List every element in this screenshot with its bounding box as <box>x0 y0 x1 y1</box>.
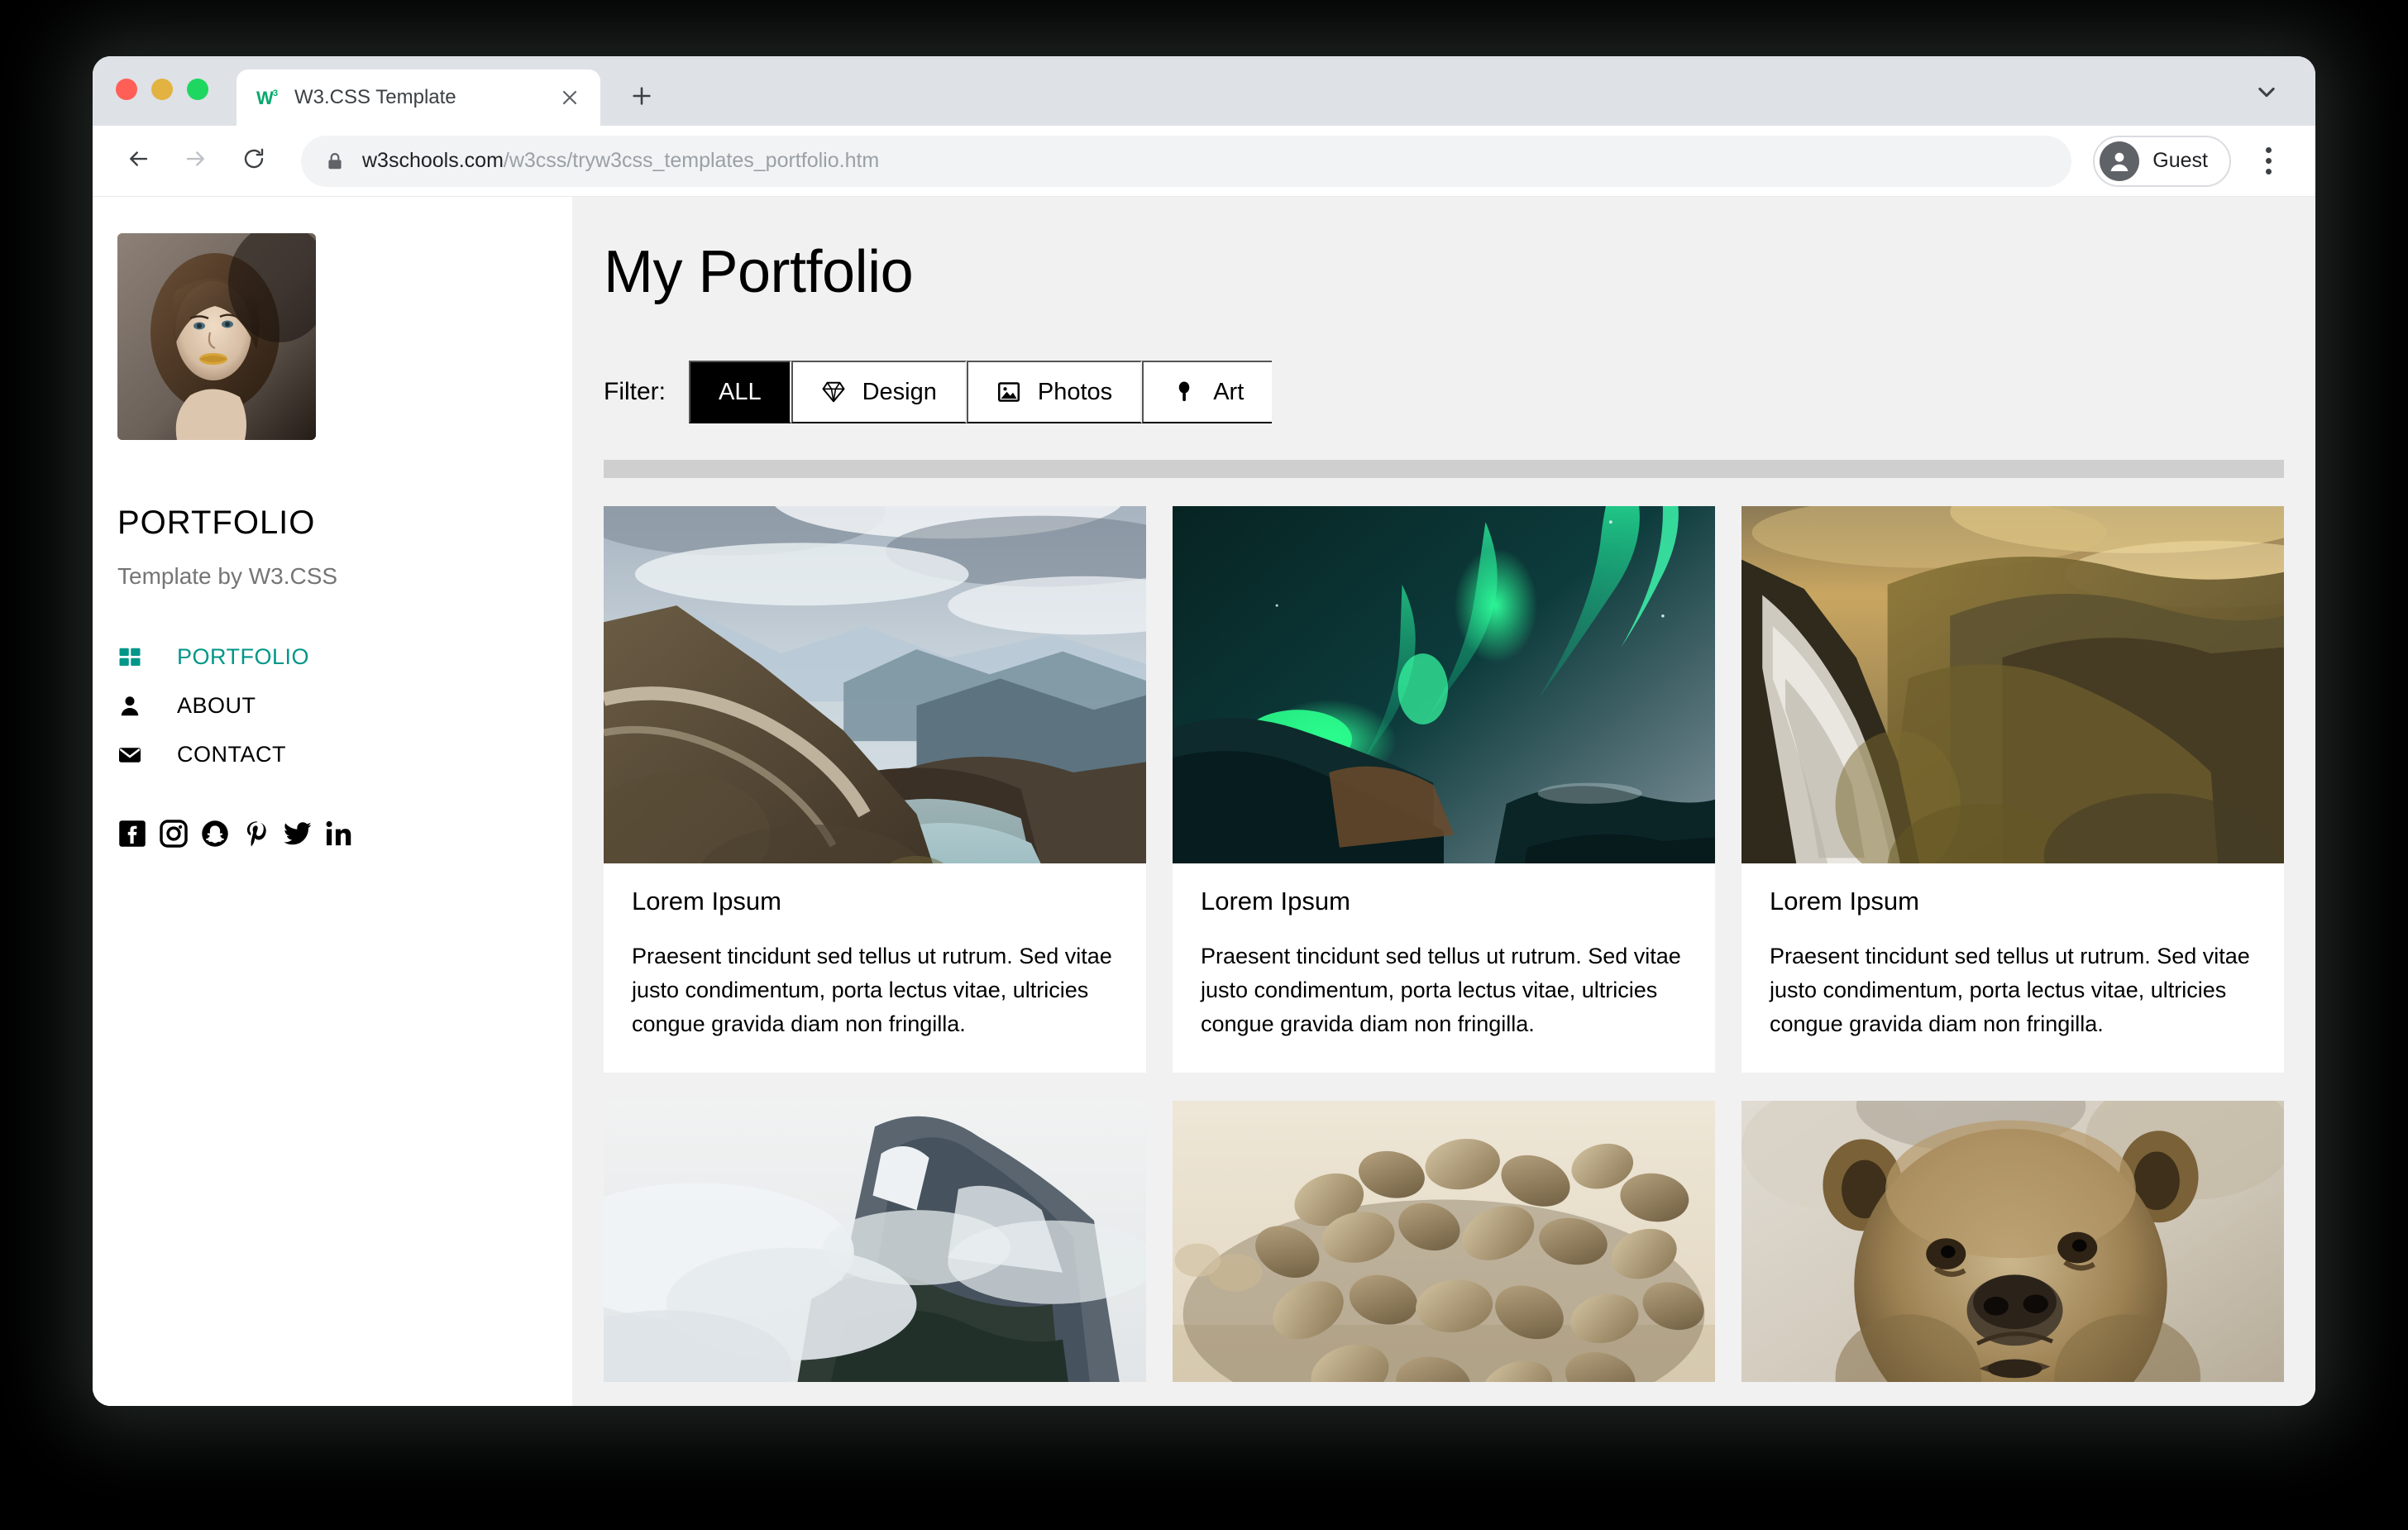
address-bar[interactable]: w3schools.com/w3css/tryw3css_templates_p… <box>301 135 2072 187</box>
content-divider <box>604 460 2284 478</box>
lock-icon <box>324 151 346 172</box>
browser-toolbar: w3schools.com/w3css/tryw3css_templates_p… <box>93 126 2315 197</box>
url-path: /w3css/tryw3css_templates_portfolio.htm <box>503 149 880 172</box>
main-page-title: My Portfolio <box>604 239 914 305</box>
portfolio-card-text: Praesent tincidunt sed tellus ut rutrum.… <box>1201 944 1681 1037</box>
url-domain: w3schools.com <box>362 149 504 172</box>
brand-subtitle: Template by W3.CSS <box>117 563 338 589</box>
filter-button-photos[interactable]: Photos <box>966 361 1143 423</box>
chevron-down-icon <box>2255 80 2278 108</box>
misty-mountain-peak-photo <box>604 1101 1146 1383</box>
portfolio-card[interactable] <box>1742 1101 2284 1383</box>
filter-button-label: ALL <box>719 378 762 405</box>
portfolio-card[interactable] <box>604 1101 1146 1383</box>
portfolio-card-title: Lorem Ipsum <box>1770 887 1919 916</box>
filter-button-label: Design <box>862 378 937 405</box>
reload-icon <box>241 146 266 175</box>
portfolio-card-body: Lorem Ipsum Praesent tincidunt sed tellu… <box>1173 863 1715 1073</box>
arrow-right-icon <box>184 146 208 175</box>
filter-label: Filter: <box>604 378 666 405</box>
browser-menu-button[interactable] <box>2246 136 2291 187</box>
url-text: w3schools.com/w3css/tryw3css_templates_p… <box>362 149 879 173</box>
portfolio-card-grid: Lorem Ipsum Praesent tincidunt sed tellu… <box>604 506 2284 1073</box>
w3-logo-icon: W 3 <box>256 85 281 110</box>
maximize-window-button[interactable] <box>187 79 208 100</box>
portfolio-card-grid-row2 <box>604 1101 2284 1383</box>
sidebar-item-about[interactable]: ABOUT <box>93 681 572 730</box>
portfolio-card-text: Praesent tincidunt sed tellus ut rutrum.… <box>632 944 1112 1037</box>
new-tab-button[interactable] <box>619 74 665 121</box>
window-traffic-lights <box>116 56 208 126</box>
portfolio-card[interactable] <box>1173 1101 1715 1383</box>
envelope-icon <box>117 743 154 767</box>
user-icon <box>117 694 154 719</box>
profile-name: Guest <box>2152 149 2208 172</box>
paint-brush-icon <box>1172 380 1197 404</box>
profile-button[interactable]: Guest <box>2093 135 2231 187</box>
portfolio-card-body: Lorem Ipsum Praesent tincidunt sed tellu… <box>604 863 1146 1073</box>
diamond-icon <box>821 380 846 404</box>
close-window-button[interactable] <box>116 79 137 100</box>
browser-window: W 3 W3.CSS Template w3schools.com/w3css/… <box>93 56 2315 1406</box>
page-viewport: PORTFOLIO Template by W3.CSS PORTFOLIO A… <box>93 197 2315 1406</box>
filter-bar: Filter: ALL Design Photos Art <box>604 361 2284 423</box>
pinterest-icon[interactable] <box>241 819 271 849</box>
portfolio-card[interactable]: Lorem Ipsum Praesent tincidunt sed tellu… <box>1173 506 1715 1073</box>
image-icon <box>996 380 1021 404</box>
filter-button-group: ALL Design Photos Art <box>689 361 1273 423</box>
close-icon[interactable] <box>557 85 582 110</box>
back-button[interactable] <box>112 136 164 187</box>
sidebar-nav: PORTFOLIO ABOUT CONTACT <box>93 633 572 779</box>
social-links <box>117 819 572 849</box>
arrow-left-icon <box>126 146 150 175</box>
minimize-window-button[interactable] <box>151 79 173 100</box>
snapchat-icon[interactable] <box>200 819 230 849</box>
browser-tab-strip: W 3 W3.CSS Template <box>93 56 2315 126</box>
main-content: My Portfolio Filter: ALL Design Photos A… <box>572 197 2315 1406</box>
person-icon <box>2100 141 2140 181</box>
portfolio-card-text: Praesent tincidunt sed tellus ut rutrum.… <box>1770 944 2250 1037</box>
forward-button[interactable] <box>170 136 222 187</box>
linkedin-icon[interactable] <box>324 819 354 849</box>
filter-button-label: Photos <box>1037 378 1113 405</box>
sidebar-item-portfolio[interactable]: PORTFOLIO <box>93 633 572 681</box>
kebab-menu-icon <box>2265 147 2272 153</box>
sidebar-item-label: PORTFOLIO <box>177 644 310 669</box>
grizzly-bear-photo <box>1742 1101 2284 1383</box>
coffee-beans-photo <box>1173 1101 1715 1383</box>
portfolio-card-title: Lorem Ipsum <box>632 887 781 916</box>
sidebar-item-label: ABOUT <box>177 693 256 718</box>
reload-button[interactable] <box>228 136 280 187</box>
filter-button-label: Art <box>1213 378 1245 405</box>
portfolio-card[interactable]: Lorem Ipsum Praesent tincidunt sed tellu… <box>604 506 1146 1073</box>
sidebar-item-contact[interactable]: CONTACT <box>93 730 572 779</box>
sidebar-item-label: CONTACT <box>177 742 286 767</box>
kebab-menu-icon <box>2265 169 2272 175</box>
portfolio-card-title: Lorem Ipsum <box>1201 887 1350 916</box>
plus-icon <box>630 84 653 112</box>
instagram-icon[interactable] <box>159 819 189 849</box>
facebook-icon[interactable] <box>117 819 147 849</box>
filter-button-all[interactable]: ALL <box>689 361 791 423</box>
page-title: PORTFOLIO <box>117 504 316 541</box>
grid-icon <box>117 645 154 670</box>
portfolio-card-body: Lorem Ipsum Praesent tincidunt sed tellu… <box>1742 863 2284 1073</box>
portfolio-card[interactable]: Lorem Ipsum Praesent tincidunt sed tellu… <box>1742 506 2284 1073</box>
filter-button-design[interactable]: Design <box>791 361 967 423</box>
svg-text:W: W <box>256 88 274 108</box>
svg-text:3: 3 <box>273 88 278 98</box>
browser-tab[interactable]: W 3 W3.CSS Template <box>236 69 600 126</box>
filter-button-art[interactable]: Art <box>1142 361 1273 423</box>
kebab-menu-icon <box>2265 158 2272 164</box>
aurora-borealis-photo <box>1173 506 1715 863</box>
mountain-lake-photo <box>604 506 1146 863</box>
portrait-photo <box>117 233 316 440</box>
twitter-icon[interactable] <box>283 819 313 849</box>
golden-forest-cliff-photo <box>1742 506 2284 863</box>
browser-tab-title: W3.CSS Template <box>294 86 456 108</box>
sidebar: PORTFOLIO Template by W3.CSS PORTFOLIO A… <box>93 197 572 1406</box>
tab-search-button[interactable] <box>2248 74 2286 112</box>
